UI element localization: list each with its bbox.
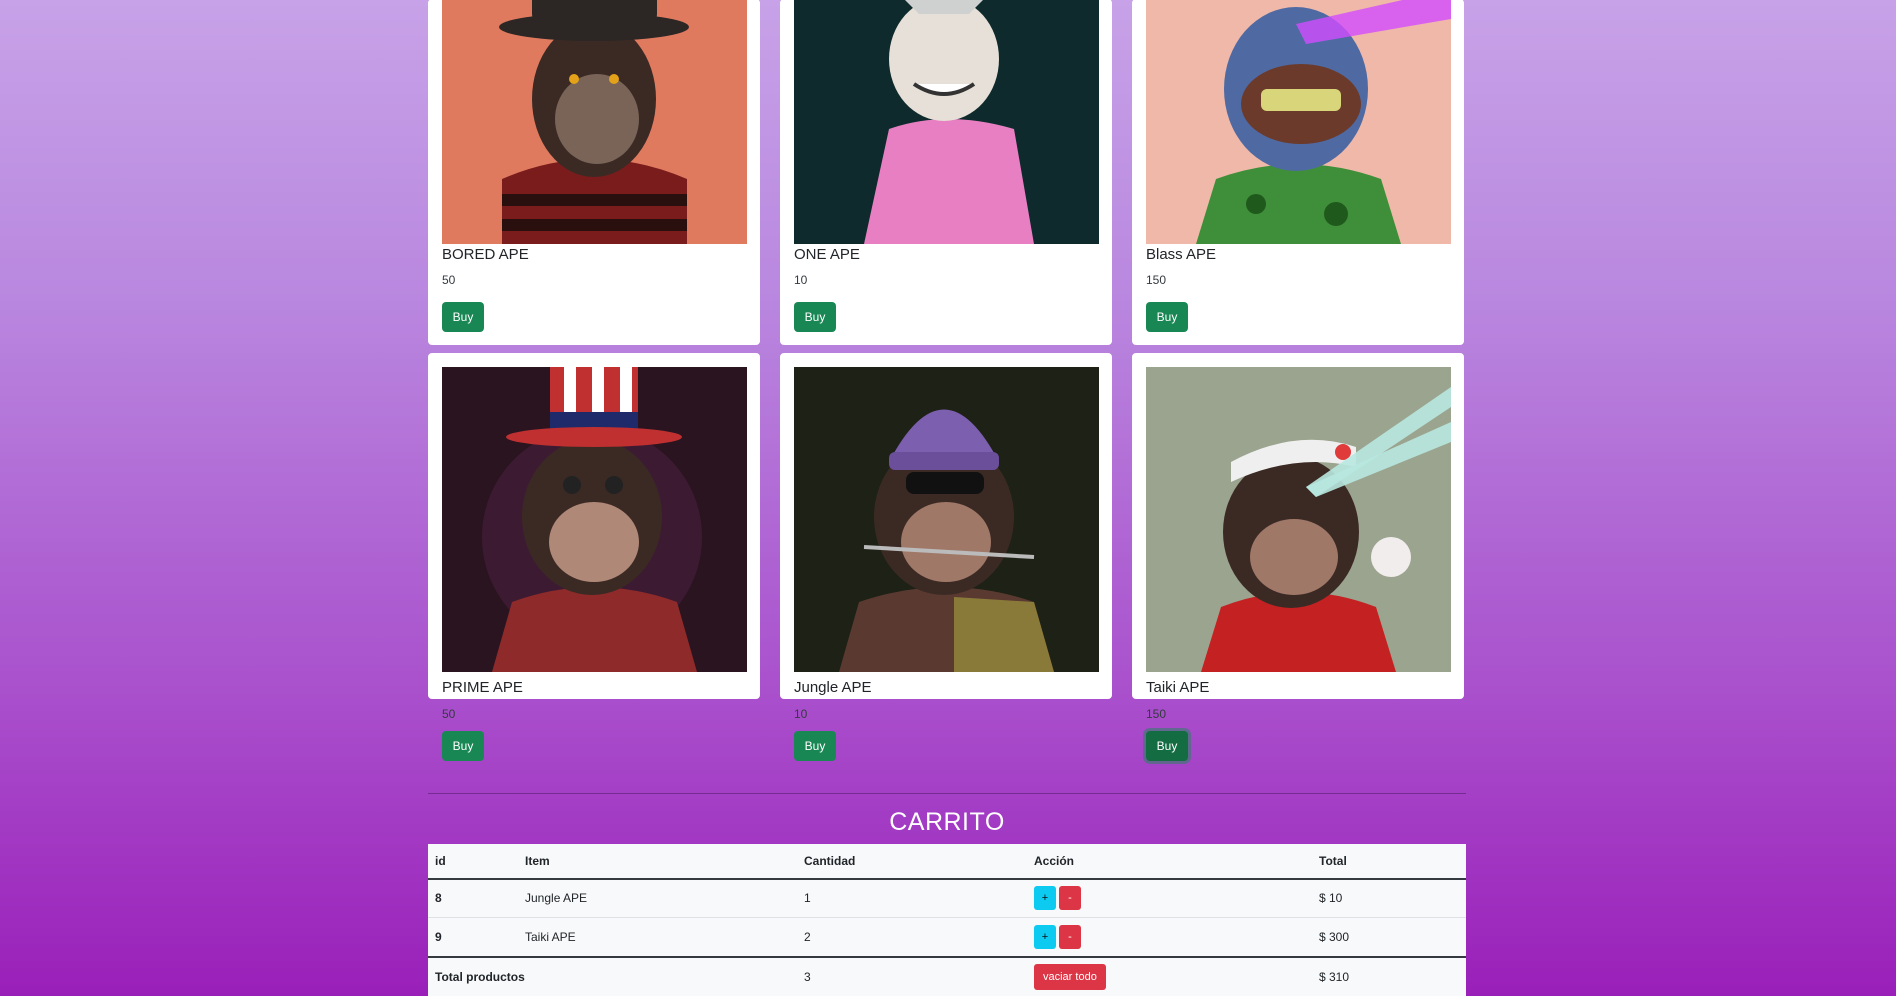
- row-item: Taiki APE: [525, 930, 576, 944]
- product-name: PRIME APE: [442, 679, 523, 696]
- row-id: 8: [435, 891, 442, 905]
- product-name: ONE APE: [794, 246, 860, 263]
- table-footer: Total productos 3 vaciar todo $ 310: [428, 958, 1466, 996]
- row-actions: + -: [1034, 879, 1084, 917]
- product-image-one-ape: [794, 0, 1099, 244]
- table-row: 8 Jungle APE 1 + - $ 10: [428, 879, 1466, 918]
- buy-button[interactable]: Buy: [442, 731, 484, 761]
- header-item: Item: [525, 854, 550, 868]
- decrease-button[interactable]: -: [1059, 925, 1081, 949]
- product-image-bored-ape: [442, 0, 747, 244]
- row-item: Jungle APE: [525, 891, 588, 905]
- table-header: id Item Cantidad Acción Total: [428, 844, 1466, 880]
- buy-button[interactable]: Buy: [1146, 302, 1188, 332]
- buy-button[interactable]: Buy: [1146, 731, 1188, 761]
- product-price: 10: [794, 273, 808, 287]
- header-action: Acción: [1034, 854, 1075, 868]
- footer-actions: vaciar todo: [1034, 958, 1106, 996]
- increase-button[interactable]: +: [1034, 886, 1056, 910]
- header-qty: Cantidad: [804, 854, 856, 868]
- product-image-blass-ape: [1146, 0, 1451, 244]
- increase-button[interactable]: +: [1034, 925, 1056, 949]
- row-total: $ 10: [1319, 891, 1343, 905]
- footer-qty: 3: [804, 970, 811, 984]
- product-price: 150: [1146, 707, 1167, 721]
- product-card: ONE APE 10 Buy: [780, 0, 1112, 345]
- product-image-prime-ape: [442, 367, 747, 672]
- row-total: $ 300: [1319, 930, 1350, 944]
- product-price: 10: [794, 707, 808, 721]
- row-qty: 2: [804, 930, 811, 944]
- product-price: 50: [442, 273, 456, 287]
- buy-button[interactable]: Buy: [794, 302, 836, 332]
- row-actions: + -: [1034, 918, 1084, 956]
- row-id: 9: [435, 930, 442, 944]
- divider: [428, 793, 1466, 794]
- product-card: PRIME APE 50 Buy: [428, 353, 760, 761]
- buy-button[interactable]: Buy: [794, 731, 836, 761]
- product-name: Taiki APE: [1146, 679, 1210, 696]
- product-name: Jungle APE: [794, 679, 872, 696]
- cart-table: id Item Cantidad Acción Total 8 Jungle A…: [428, 844, 1466, 996]
- row-qty: 1: [804, 891, 811, 905]
- product-image-jungle-ape: [794, 367, 1099, 672]
- cart-title: CARRITO: [889, 808, 1005, 836]
- decrease-button[interactable]: -: [1059, 886, 1081, 910]
- footer-total: $ 310: [1319, 970, 1350, 984]
- product-name: BORED APE: [442, 246, 529, 263]
- footer-label: Total productos: [435, 970, 525, 984]
- product-price: 50: [442, 707, 456, 721]
- product-name: Blass APE: [1146, 246, 1217, 263]
- product-card: BORED APE 50 Buy: [428, 0, 760, 345]
- product-card: Blass APE 150 Buy: [1132, 0, 1464, 345]
- header-total: Total: [1319, 854, 1347, 868]
- header-id: id: [435, 854, 446, 868]
- table-row: 9 Taiki APE 2 + - $ 300: [428, 918, 1466, 958]
- clear-cart-button[interactable]: vaciar todo: [1034, 964, 1106, 990]
- product-card: Taiki APE 150 Buy: [1132, 353, 1464, 761]
- buy-button[interactable]: Buy: [442, 302, 484, 332]
- product-price: 150: [1146, 273, 1167, 287]
- product-card: Jungle APE 10 Buy: [780, 353, 1112, 761]
- product-image-taiki-ape: [1146, 367, 1451, 672]
